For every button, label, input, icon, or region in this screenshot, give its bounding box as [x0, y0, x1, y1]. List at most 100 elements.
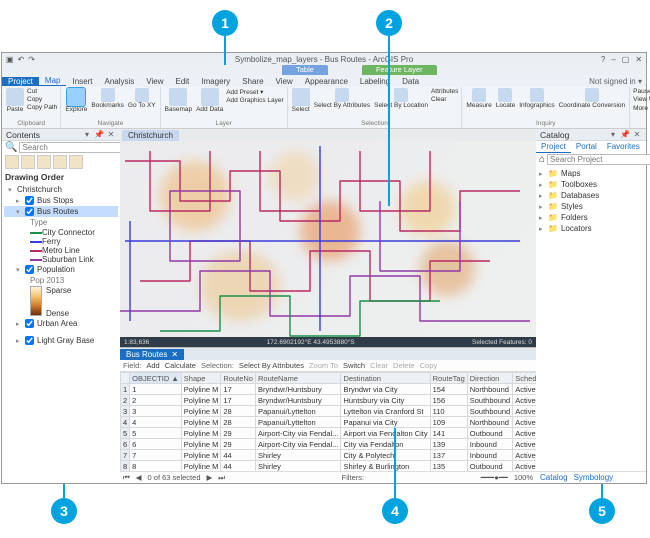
table-col[interactable]: RouteTag	[430, 373, 467, 384]
tab-share[interactable]: Share	[236, 77, 269, 86]
tab-table-view[interactable]: View	[270, 77, 299, 86]
zoom-slider[interactable]: ━━━●━━	[481, 473, 508, 482]
copy-button[interactable]: Copy	[27, 96, 57, 103]
goto-xy-button[interactable]: Go To XY	[127, 88, 157, 110]
tab-appearance[interactable]: Appearance	[299, 77, 354, 86]
table-switch-button[interactable]: Switch	[343, 361, 365, 370]
last-record-icon[interactable]: ⏭	[218, 473, 225, 483]
contents-pin-icon[interactable]: 📌	[94, 130, 104, 140]
explore-button[interactable]: Explore	[64, 88, 88, 114]
catalog-pin-icon[interactable]: 📌	[620, 130, 630, 140]
map-selected-features[interactable]: Selected Features: 0	[472, 339, 532, 346]
add-preset-button[interactable]: Add Preset ▾	[226, 88, 283, 96]
tab-insert[interactable]: Insert	[66, 77, 98, 86]
table-row[interactable]: 11Polyline M17Bryndwr/HuntsburyBryndwr v…	[121, 384, 537, 395]
table-col[interactable]: Destination	[341, 373, 430, 384]
paste-button[interactable]: Paste	[5, 88, 25, 114]
map-view[interactable]: 1:83,636 172.6902192°E 43.4953880°S Sele…	[120, 141, 536, 347]
table-select-by-attr-button[interactable]: Select By Attributes	[239, 361, 304, 370]
map-scale[interactable]: 1:83,636	[124, 339, 149, 346]
pause-labels-button[interactable]: Pause	[633, 88, 650, 95]
table-row[interactable]: 33Polyline M28Papanui/LytteltonLyttelton…	[121, 406, 537, 417]
signin-status[interactable]: Not signed in ▾	[589, 77, 646, 86]
catalog-menu-icon[interactable]: ▾	[608, 130, 618, 140]
select-by-attributes-button[interactable]: Select By Attributes	[313, 88, 371, 110]
tab-project[interactable]: Project	[2, 77, 39, 86]
table-col[interactable]: Shape	[181, 373, 221, 384]
copypath-button[interactable]: Copy Path	[27, 104, 57, 111]
map-tab[interactable]: Christchurch	[122, 130, 179, 141]
table-row[interactable]: 77Polyline M44ShirleyCity & Polytech137I…	[121, 450, 537, 461]
more-labeling-button[interactable]: More ▾	[633, 104, 650, 112]
table-row[interactable]: 88Polyline M44ShirleyShirley & Burlingto…	[121, 461, 537, 472]
catalog-home-icon[interactable]: ⌂	[539, 154, 545, 165]
catalog-tab-project[interactable]: Project	[536, 141, 571, 153]
catalog-item[interactable]: ▸📁Maps	[539, 168, 643, 179]
close-icon[interactable]: ✕	[635, 55, 642, 64]
table-col[interactable]: Direction	[467, 373, 512, 384]
list-by-selection-icon[interactable]	[37, 155, 51, 169]
catalog-item[interactable]: ▸📁Folders	[539, 212, 643, 223]
context-tab-table[interactable]: Table	[282, 65, 328, 75]
tab-view[interactable]: View	[140, 77, 169, 86]
bottom-tab-catalog[interactable]: Catalog	[540, 473, 568, 482]
prev-record-icon[interactable]: ◀	[136, 473, 142, 482]
catalog-search-input[interactable]	[547, 154, 650, 165]
view-unplaced-button[interactable]: View Unplaced	[633, 96, 650, 103]
table-tab-close-icon[interactable]: ✕	[171, 349, 178, 360]
infographics-button[interactable]: Infographics	[518, 88, 555, 110]
quickaccess-redo-icon[interactable]: ↷	[28, 55, 35, 64]
catalog-item[interactable]: ▸📁Databases	[539, 190, 643, 201]
basemap-button[interactable]: Basemap	[164, 88, 193, 114]
add-graphics-layer-button[interactable]: Add Graphics Layer	[226, 97, 283, 104]
contents-close-icon[interactable]: ✕	[106, 130, 116, 140]
minimize-icon[interactable]: –	[611, 55, 615, 64]
table-tab-label[interactable]: Bus Routes	[126, 349, 167, 360]
catalog-item[interactable]: ▸📁Locators	[539, 223, 643, 234]
table-col[interactable]: RouteNo	[221, 373, 256, 384]
tab-imagery[interactable]: Imagery	[195, 77, 236, 86]
select-button[interactable]: Select	[291, 88, 311, 114]
table-copy-button[interactable]: Copy	[420, 361, 438, 370]
table-col[interactable]: OBJECTID ▲	[130, 373, 182, 384]
bottom-tab-symbology[interactable]: Symbology	[574, 473, 614, 482]
cut-button[interactable]: Cut	[27, 88, 57, 95]
table-row[interactable]: 44Polyline M28Papanui/LytteltonPapanui v…	[121, 417, 537, 428]
maximize-icon[interactable]: ▢	[622, 55, 630, 64]
bookmarks-button[interactable]: Bookmarks	[90, 88, 125, 110]
locate-button[interactable]: Locate	[495, 88, 517, 110]
catalog-close-icon[interactable]: ✕	[632, 130, 642, 140]
catalog-item[interactable]: ▸📁Styles	[539, 201, 643, 212]
table-zoomto-button[interactable]: Zoom To	[309, 361, 338, 370]
context-tab-feature-layer[interactable]: Feature Layer	[362, 65, 437, 75]
table-calculate-button[interactable]: Calculate	[165, 361, 196, 370]
list-by-snapping-icon[interactable]	[69, 155, 83, 169]
clear-selection-button[interactable]: Clear	[431, 96, 458, 103]
next-record-icon[interactable]: ▶	[207, 473, 213, 482]
table-add-field-button[interactable]: Add	[146, 361, 159, 370]
quickaccess-save-icon[interactable]: ▣	[6, 55, 14, 64]
tab-map[interactable]: Map	[39, 76, 67, 86]
attribute-table[interactable]: OBJECTID ▲ShapeRouteNoRouteNameDestinati…	[120, 372, 536, 471]
tab-edit[interactable]: Edit	[169, 77, 195, 86]
list-by-editing-icon[interactable]	[53, 155, 67, 169]
catalog-tab-favorites[interactable]: Favorites	[602, 141, 645, 153]
attributes-button[interactable]: Attributes	[431, 88, 458, 95]
quickaccess-undo-icon[interactable]: ↶	[18, 55, 25, 64]
catalog-item[interactable]: ▸📁Toolboxes	[539, 179, 643, 190]
table-clear-button[interactable]: Clear	[370, 361, 388, 370]
table-col[interactable]: RouteName	[255, 373, 340, 384]
table-row[interactable]: 55Polyline M29Airport-City via Fendal...…	[121, 428, 537, 439]
tab-analysis[interactable]: Analysis	[98, 77, 140, 86]
table-col[interactable]: Schedule	[513, 373, 536, 384]
table-row[interactable]: 22Polyline M17Bryndwr/HuntsburyHuntsbury…	[121, 395, 537, 406]
catalog-tab-portal[interactable]: Portal	[571, 141, 602, 153]
first-record-icon[interactable]: ⏮	[123, 473, 130, 483]
table-delete-button[interactable]: Delete	[393, 361, 415, 370]
measure-button[interactable]: Measure	[465, 88, 492, 110]
tab-data[interactable]: Data	[396, 77, 425, 86]
list-by-source-icon[interactable]	[21, 155, 35, 169]
help-icon[interactable]: ?	[601, 55, 605, 64]
contents-search-input[interactable]	[19, 142, 120, 153]
coord-conv-button[interactable]: Coordinate Conversion	[558, 88, 626, 110]
